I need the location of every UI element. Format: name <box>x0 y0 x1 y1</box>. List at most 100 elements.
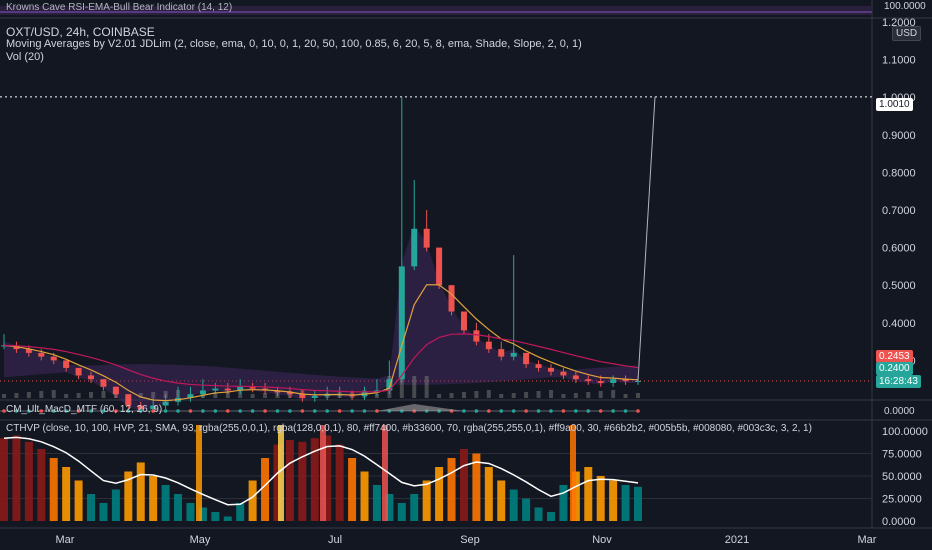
hvp-bar <box>584 467 593 521</box>
volume-bar <box>536 391 541 398</box>
candle-body <box>635 380 641 382</box>
currency-badge[interactable]: USD <box>892 26 922 41</box>
volume-study[interactable]: Vol (20) <box>6 51 44 63</box>
candle-body <box>162 401 169 406</box>
macd-dot <box>598 409 603 413</box>
candle-body <box>597 381 604 383</box>
cthvp-label[interactable]: CTHVP (close, 10, 100, HVP, 21, SMA, 93,… <box>6 423 812 434</box>
price-axis-tick: 0.9000 <box>882 130 916 142</box>
macd-dot <box>325 409 330 413</box>
price-tag-high: 1.0010 <box>876 98 913 111</box>
macd-dot <box>499 409 504 413</box>
hvp-bar <box>348 458 357 521</box>
hvp-bar <box>484 467 493 521</box>
macd-dot <box>263 409 267 413</box>
candle-body <box>460 311 467 331</box>
hvp-stripe <box>196 425 202 521</box>
candle-body <box>423 228 430 248</box>
hvp-bar <box>285 440 294 521</box>
macd-dot <box>275 409 280 413</box>
hvp-bar <box>24 441 33 521</box>
hvp-bar <box>87 494 96 521</box>
candle-body <box>547 367 554 372</box>
hvp-bar <box>559 485 568 521</box>
hvp-bar <box>634 486 642 521</box>
volume-bar <box>474 391 479 398</box>
hvp-bar <box>211 512 220 521</box>
moving-averages-study[interactable]: Moving Averages by V2.01 JDLim (2, close… <box>6 38 582 50</box>
candle-body <box>398 266 405 380</box>
hvp-bar <box>174 494 183 521</box>
volume-bar <box>437 394 442 398</box>
macd-dot <box>213 409 218 413</box>
projection-line <box>637 96 656 381</box>
time-axis-tick: Mar <box>56 534 75 546</box>
volume-bar <box>586 392 591 398</box>
hvp-bar <box>261 458 270 521</box>
hvp-bar <box>621 485 630 521</box>
volume-bar <box>76 393 81 398</box>
macd-dot <box>611 409 615 413</box>
time-axis-tick: Sep <box>460 534 480 546</box>
hvp-bar <box>360 471 369 521</box>
hvp-bar <box>522 498 531 521</box>
macd-dot <box>561 409 566 413</box>
price-axis-tick: 0.7000 <box>882 205 916 217</box>
hvp-bar <box>149 476 158 521</box>
time-axis-tick: May <box>190 534 211 546</box>
volume-bar <box>573 393 578 398</box>
macd-axis-label: 0.0000 <box>884 406 915 417</box>
volume-bar <box>461 392 466 398</box>
time-axis-tick: 2021 <box>725 534 749 546</box>
candle-body <box>498 349 505 357</box>
volume-bar <box>101 391 106 398</box>
candle-body <box>510 352 517 357</box>
volume-bar <box>611 390 616 398</box>
volume-bar <box>548 390 553 398</box>
price-axis-tick: 1.1000 <box>882 55 916 67</box>
hvp-bar <box>435 467 444 521</box>
hvp-bar <box>62 467 71 521</box>
time-axis-tick: Jul <box>328 534 342 546</box>
hvp-stripe <box>278 425 284 521</box>
hvp-bar <box>397 503 406 521</box>
macd-dot <box>188 409 193 413</box>
macd-dot <box>201 409 205 413</box>
candle-body <box>88 375 95 380</box>
candle-body <box>411 228 418 267</box>
candle-body <box>436 247 443 286</box>
hvp-bar <box>372 485 381 521</box>
hvp-bar <box>111 489 120 521</box>
candle-body <box>473 330 480 342</box>
volume-bar <box>26 392 31 398</box>
volume-bar <box>89 392 94 398</box>
volume-bar <box>250 394 255 398</box>
cthvp-axis-tick: 25.0000 <box>882 494 922 506</box>
trading-chart[interactable]: 0.30000.40000.50000.60000.70000.80000.90… <box>0 0 932 550</box>
main-title[interactable]: OXT/USD, 24h, COINBASE <box>6 25 155 39</box>
hvp-bar <box>335 444 344 521</box>
candle-body <box>50 356 57 361</box>
macd-dot <box>337 409 342 413</box>
hvp-bar <box>609 480 618 521</box>
candle-body <box>585 379 592 382</box>
candle-body <box>610 379 617 383</box>
hvp-bar <box>186 503 195 521</box>
hvp-bar <box>546 512 555 521</box>
price-axis-tick: 0.5000 <box>882 280 916 292</box>
time-axis-tick: Mar <box>858 534 877 546</box>
macd-label[interactable]: CM_Ult_MacD_MTF (60, 12, 26, 9) <box>6 404 162 415</box>
countdown-tag: 16:28:43 <box>876 375 921 388</box>
volume-bar <box>2 394 6 398</box>
volume-bar <box>412 376 417 398</box>
cthvp-axis-tick: 0.0000 <box>882 516 916 528</box>
hvp-bar <box>223 516 232 521</box>
hvp-bar <box>236 503 245 521</box>
hvp-bar <box>534 507 543 521</box>
macd-dot <box>636 409 640 413</box>
volume-bar <box>64 394 69 398</box>
volume-bar <box>39 391 44 398</box>
macd-dot <box>362 409 367 413</box>
candle-body <box>75 367 82 376</box>
candle-body <box>112 386 119 395</box>
